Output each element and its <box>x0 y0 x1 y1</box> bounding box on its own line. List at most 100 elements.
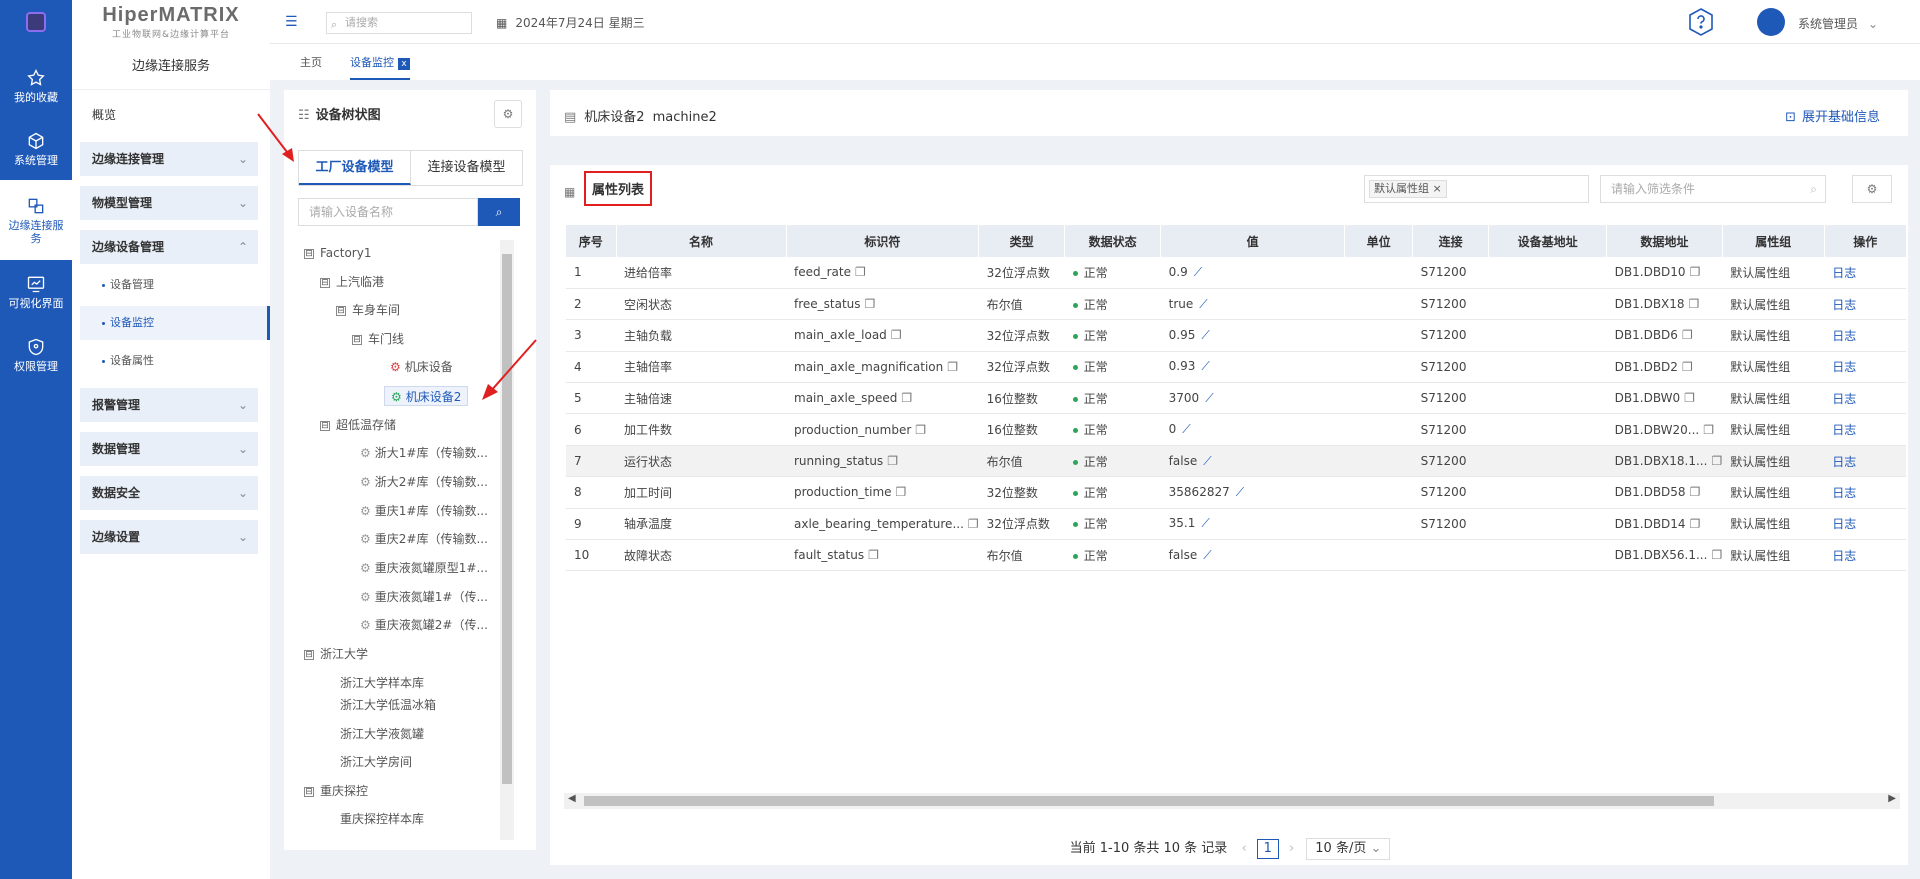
copy-icon[interactable]: ❐ <box>1684 391 1695 405</box>
table-row[interactable]: 3 主轴负载 main_axle_load ❐ 32位浮点数 正常 0.95 ⟋ S71200 D… <box>566 319 1907 352</box>
tab-connect-model[interactable]: 连接设备模型 <box>411 151 522 185</box>
collapse-icon[interactable]: ⊟ <box>336 305 346 316</box>
log-link[interactable]: 日志 <box>1832 455 1856 469</box>
log-link[interactable]: 日志 <box>1832 329 1856 343</box>
copy-icon[interactable]: ❐ <box>1711 454 1722 468</box>
column-header[interactable]: 连接 <box>1412 225 1490 257</box>
copy-icon[interactable]: ❐ <box>865 297 876 311</box>
log-link[interactable]: 日志 <box>1832 517 1856 531</box>
tree-node[interactable]: 浙江大学低温冰箱 <box>340 695 436 715</box>
collapse-icon[interactable]: ⊟ <box>304 649 314 660</box>
sidebar-group-data-security[interactable]: 数据安全 ⌄ <box>80 476 258 510</box>
user-menu[interactable]: 系统管理员 ⌄ <box>1798 15 1878 32</box>
scrollbar-thumb[interactable] <box>584 796 1714 806</box>
collapse-icon[interactable]: ⊟ <box>304 786 314 797</box>
copy-icon[interactable]: ❐ <box>1690 485 1701 499</box>
table-row[interactable]: 6 加工件数 production_number ❐ 16位整数 正常 0 ⟋ S71200 DB… <box>566 413 1907 446</box>
page-number[interactable]: 1 <box>1256 839 1279 859</box>
nav-item-edge-service[interactable]: 边缘连接服务 <box>0 180 72 260</box>
tree-node[interactable]: 浙江大学样本库 <box>340 673 424 692</box>
copy-icon[interactable]: ❐ <box>1689 297 1700 311</box>
scroll-right-icon[interactable]: ▶ <box>1888 793 1896 804</box>
menu-toggle-icon[interactable]: ☰ <box>285 14 298 30</box>
sidebar-group-edge-settings[interactable]: 边缘设置 ⌄ <box>80 520 258 554</box>
tree-node[interactable]: ⊟ 浙江大学 <box>304 644 368 664</box>
trend-chart-icon[interactable]: ⟋ <box>1236 485 1244 499</box>
table-row[interactable]: 9 轴承温度 axle_bearing_temperature... ❐ 32位浮点数正… <box>566 508 1907 541</box>
device-search-button[interactable]: ⌕ <box>478 198 520 226</box>
app-logo[interactable] <box>0 0 72 44</box>
log-link[interactable]: 日志 <box>1832 486 1856 500</box>
column-header[interactable]: 设备基地址 <box>1488 225 1608 257</box>
table-row[interactable]: 10 故障状态 fault_status ❐ 布尔值 正常 false ⟋ DB1.DBX56.… <box>566 539 1907 572</box>
sidebar-group-edge-connect[interactable]: 边缘连接管理 ⌄ <box>80 142 258 176</box>
tree-node[interactable]: ⊟ 车身车间 <box>336 300 400 320</box>
next-page-icon[interactable]: › <box>1289 841 1294 856</box>
column-header[interactable]: 名称 <box>616 225 787 257</box>
tree-node[interactable]: ⚙ 浙大2#库（传输数... <box>360 472 488 492</box>
tree-node[interactable]: ⚙ 重庆2#库（传输数... <box>360 529 488 549</box>
page-size-select[interactable]: 10 条/页 ⌄ <box>1306 838 1391 860</box>
trend-chart-icon[interactable]: ⟋ <box>1205 391 1213 405</box>
table-horizontal-scrollbar[interactable]: ◀ ▶ <box>564 793 1900 809</box>
sidebar-item-device-monitor[interactable]: 设备监控 <box>80 306 270 340</box>
nav-item-visualization[interactable]: 可视化界面 <box>0 260 72 323</box>
collapse-icon[interactable]: ⊟ <box>304 248 314 259</box>
tree-node-selected[interactable]: ⚙ 机床设备2 <box>384 386 469 406</box>
tab-device-monitor[interactable]: 设备监控 x <box>350 54 410 80</box>
device-search-input[interactable]: 请输入设备名称 <box>298 198 478 226</box>
tree-settings-button[interactable]: ⚙ <box>494 100 522 128</box>
copy-icon[interactable]: ❐ <box>947 360 958 374</box>
collapse-icon[interactable]: ⊟ <box>320 420 330 431</box>
help-icon[interactable] <box>1685 6 1717 38</box>
table-row[interactable]: 4 主轴倍率 main_axle_magnification ❐ 32位浮点数 正常 0.9… <box>566 351 1907 384</box>
copy-icon[interactable]: ❐ <box>968 517 979 531</box>
copy-icon[interactable]: ❐ <box>1682 328 1693 342</box>
copy-icon[interactable]: ❐ <box>1711 548 1722 562</box>
trend-chart-icon[interactable]: ⟋ <box>1199 297 1207 311</box>
tree-node[interactable]: ⚙ 浙大1#库（传输数... <box>360 443 488 463</box>
sidebar-group-edge-device[interactable]: 边缘设备管理 ⌃ <box>80 230 258 264</box>
close-icon[interactable]: x <box>398 58 410 70</box>
global-search-input[interactable]: ⌕ 请搜索 <box>326 12 472 34</box>
nav-item-favorites[interactable]: 我的收藏 <box>0 54 72 117</box>
copy-icon[interactable]: ❐ <box>1690 265 1701 279</box>
table-row[interactable]: 1 进给倍率 feed_rate ❐ 32位浮点数 正常 0.9 ⟋ S71200 DB1.DBD… <box>566 257 1907 289</box>
copy-icon[interactable]: ❐ <box>1682 360 1693 374</box>
tag-close-icon[interactable]: × <box>1433 182 1442 195</box>
table-row[interactable]: 8 加工时间 production_time ❐ 32位整数 正常 35862827 ⟋ S71… <box>566 476 1907 509</box>
tree-node[interactable]: ⚙ 重庆液氮罐2#（传... <box>360 615 488 635</box>
avatar[interactable] <box>1757 8 1785 36</box>
collapse-icon[interactable]: ⊟ <box>320 277 330 288</box>
table-row[interactable]: 2 空闲状态 free_status ❐ 布尔值 正常 true ⟋ S71200 DB1.DBX… <box>566 288 1907 321</box>
trend-chart-icon[interactable]: ⟋ <box>1201 516 1209 530</box>
sidebar-group-data[interactable]: 数据管理 ⌄ <box>80 432 258 466</box>
log-link[interactable]: 日志 <box>1832 423 1856 437</box>
tree-node[interactable]: ⚙ 重庆液氮罐原型1#... <box>360 558 488 578</box>
column-header[interactable]: 标识符 <box>786 225 980 257</box>
sidebar-item-overview[interactable]: 概览 <box>80 98 258 132</box>
tree-node[interactable]: ⊟ 超低温存储 <box>320 415 396 435</box>
tree-node[interactable]: ⊟ Factory1 <box>304 243 371 263</box>
collapse-icon[interactable]: ⊟ <box>352 334 362 345</box>
column-header[interactable]: 操作 <box>1824 225 1907 257</box>
tree-node[interactable]: 浙江大学房间 <box>340 752 412 772</box>
nav-item-system[interactable]: 系统管理 <box>0 117 72 180</box>
trend-chart-icon[interactable]: ⟋ <box>1201 359 1209 373</box>
log-link[interactable]: 日志 <box>1832 392 1856 406</box>
log-link[interactable]: 日志 <box>1832 266 1856 280</box>
trend-chart-icon[interactable]: ⟋ <box>1203 454 1211 468</box>
tree-node[interactable]: ⊟ 车门线 <box>352 329 404 349</box>
trend-chart-icon[interactable]: ⟋ <box>1201 328 1209 342</box>
expand-basic-info-button[interactable]: ⊡ 展开基础信息 <box>1785 106 1880 125</box>
table-row[interactable]: 5 主轴倍速 main_axle_speed ❐ 16位整数 正常 3700 ⟋ S71200 D… <box>566 382 1907 415</box>
sidebar-item-device-attributes[interactable]: 设备属性 <box>80 344 258 378</box>
tab-factory-model[interactable]: 工厂设备模型 <box>299 151 411 185</box>
copy-icon[interactable]: ❐ <box>887 454 898 468</box>
copy-icon[interactable]: ❐ <box>1703 423 1714 437</box>
attribute-group-select[interactable]: 默认属性组 × <box>1364 175 1589 203</box>
column-header[interactable]: 序号 <box>566 225 617 257</box>
column-header[interactable]: 类型 <box>978 225 1066 257</box>
sidebar-group-alarm[interactable]: 报警管理 ⌄ <box>80 388 258 422</box>
scrollbar-thumb[interactable] <box>502 254 512 784</box>
